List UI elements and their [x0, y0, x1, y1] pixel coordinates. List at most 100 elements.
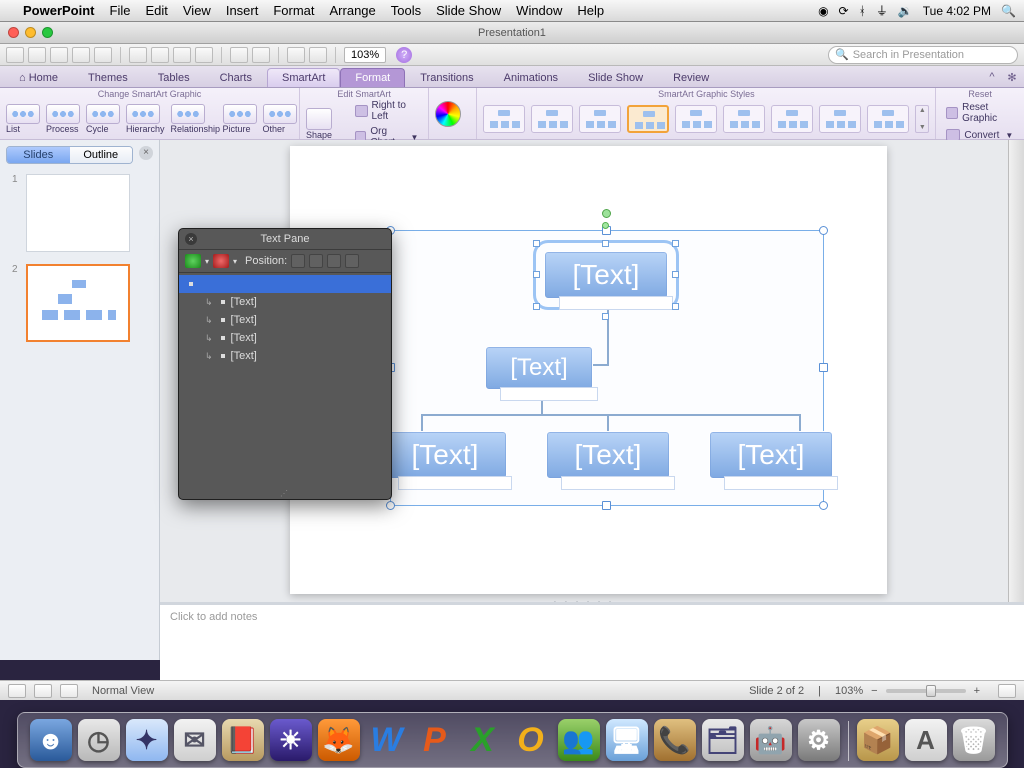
qa-new-icon[interactable] — [6, 47, 24, 63]
menu-view[interactable]: View — [183, 3, 211, 18]
resize-handle[interactable] — [819, 226, 828, 235]
smartart-selection[interactable]: [Text] [Text] [Text] [Text] [Text] — [390, 230, 824, 506]
firefox-icon[interactable]: 🦊 — [318, 719, 360, 761]
sa-relationship-button[interactable]: Relationship — [171, 104, 217, 134]
textpane-movedown-button[interactable] — [345, 254, 359, 268]
qa-format-painter-icon[interactable] — [195, 47, 213, 63]
textpane-indent-button[interactable] — [309, 254, 323, 268]
docconn-icon[interactable]: 🗂 — [702, 719, 744, 761]
panel-close-button[interactable]: × — [139, 146, 153, 160]
sa-cycle-button[interactable]: Cycle — [86, 104, 120, 134]
tab-review[interactable]: Review — [658, 68, 724, 87]
qa-redo-icon[interactable] — [252, 47, 270, 63]
sa-process-button[interactable]: Process — [46, 104, 80, 134]
org-node-root[interactable]: [Text] — [544, 251, 668, 299]
qa-copy-icon[interactable] — [151, 47, 169, 63]
bluetooth-icon[interactable]: ᚼ — [859, 4, 866, 18]
sa-hierarchy-button[interactable]: Hierarchy — [126, 104, 165, 134]
reset-graphic-button[interactable]: Reset Graphic — [942, 101, 1018, 125]
automator-icon[interactable]: 🤖 — [750, 719, 792, 761]
finder-icon[interactable]: ☻ — [30, 719, 72, 761]
zoom-out-button[interactable]: − — [871, 685, 877, 697]
org-node-assistant[interactable]: [Text] — [485, 346, 593, 390]
ribbon-collapse-icon[interactable]: ^ — [984, 71, 1000, 87]
menu-help[interactable]: Help — [577, 3, 604, 18]
applications-icon[interactable]: A — [905, 719, 947, 761]
textpane-edit-input[interactable] — [199, 278, 381, 290]
window-minimize-button[interactable] — [25, 27, 36, 38]
edit-rtl-button[interactable]: Right to Left — [351, 99, 422, 123]
contacts-icon[interactable]: 📕 — [222, 719, 264, 761]
style-3[interactable] — [579, 105, 621, 133]
tab-animations[interactable]: Animations — [489, 68, 573, 87]
colors-button[interactable] — [435, 101, 470, 127]
tab-charts[interactable]: Charts — [205, 68, 267, 87]
resize-handle[interactable] — [386, 501, 395, 510]
menu-insert[interactable]: Insert — [226, 3, 259, 18]
panel-tab-outline[interactable]: Outline — [70, 147, 133, 163]
qa-sections-icon[interactable] — [309, 47, 327, 63]
qa-save-icon[interactable] — [72, 47, 90, 63]
org-node-child[interactable]: [Text] — [546, 431, 670, 479]
textpane-moveup-button[interactable] — [327, 254, 341, 268]
view-slideshow-button[interactable] — [60, 684, 78, 698]
style-5[interactable] — [675, 105, 717, 133]
communicator-icon[interactable]: 📞 — [654, 719, 696, 761]
spotlight-icon[interactable]: 🔍 — [1001, 4, 1016, 18]
qa-paste-icon[interactable] — [173, 47, 191, 63]
style-2[interactable] — [531, 105, 573, 133]
help-icon[interactable]: ? — [396, 47, 412, 63]
photos-icon[interactable]: ☀ — [270, 719, 312, 761]
view-sorter-button[interactable] — [34, 684, 52, 698]
textpane-add-button[interactable] — [185, 254, 201, 268]
style-7[interactable] — [771, 105, 813, 133]
resize-handle[interactable] — [819, 363, 828, 372]
qa-slide-icon[interactable] — [287, 47, 305, 63]
messenger-icon[interactable]: 👥 — [558, 719, 600, 761]
wifi-icon[interactable]: ⏚ — [876, 2, 888, 19]
notes-pane[interactable]: Click to add notes — [160, 602, 1024, 680]
mail-icon[interactable]: ✉ — [174, 719, 216, 761]
menu-tools[interactable]: Tools — [391, 3, 421, 18]
tab-themes[interactable]: Themes — [73, 68, 143, 87]
volume-icon[interactable]: 🔉 — [898, 4, 913, 18]
excel-icon[interactable]: X — [462, 719, 504, 761]
window-close-button[interactable] — [8, 27, 19, 38]
qa-print-icon[interactable] — [94, 47, 112, 63]
menu-slideshow[interactable]: Slide Show — [436, 3, 501, 18]
resize-handle[interactable] — [819, 501, 828, 510]
tab-home[interactable]: Home — [4, 68, 73, 87]
qa-undo-icon[interactable] — [230, 47, 248, 63]
qa-template-icon[interactable] — [28, 47, 46, 63]
menu-format[interactable]: Format — [273, 3, 314, 18]
textpane-item[interactable]: [Text] — [179, 329, 391, 347]
safari-icon[interactable]: ✦ — [126, 719, 168, 761]
window-zoom-button[interactable] — [42, 27, 53, 38]
ribbon-settings-icon[interactable]: ✻ — [1004, 71, 1020, 87]
slide-thumb-1[interactable]: 1 — [12, 174, 147, 252]
style-9[interactable] — [867, 105, 909, 133]
trash-icon[interactable]: 🗑 — [953, 719, 995, 761]
zoom-slider[interactable] — [886, 689, 966, 693]
clock[interactable]: Tue 4:02 PM — [923, 4, 991, 18]
textpane-close-button[interactable]: × — [185, 233, 197, 245]
qa-open-icon[interactable] — [50, 47, 68, 63]
outlook-icon[interactable]: O — [510, 719, 552, 761]
vertical-scrollbar[interactable] — [1008, 140, 1024, 644]
style-6[interactable] — [723, 105, 765, 133]
rdc-icon[interactable]: 🖥 — [606, 719, 648, 761]
sa-list-button[interactable]: List — [6, 104, 40, 134]
style-1[interactable] — [483, 105, 525, 133]
textpane-item[interactable]: [Text] — [179, 347, 391, 365]
qa-cut-icon[interactable] — [129, 47, 147, 63]
rotate-handle[interactable] — [602, 209, 611, 218]
menu-arrange[interactable]: Arrange — [330, 3, 376, 18]
edit-shape-button[interactable]: Shape — [306, 108, 345, 140]
textpane-item[interactable]: [Text] — [179, 293, 391, 311]
zoom-in-button[interactable]: + — [974, 685, 980, 697]
fit-button[interactable] — [998, 684, 1016, 698]
downloads-icon[interactable]: 📦 — [857, 719, 899, 761]
tab-slideshow[interactable]: Slide Show — [573, 68, 658, 87]
textpane-delete-button[interactable] — [213, 254, 229, 268]
screenshare-icon[interactable]: ◉ — [818, 4, 828, 18]
